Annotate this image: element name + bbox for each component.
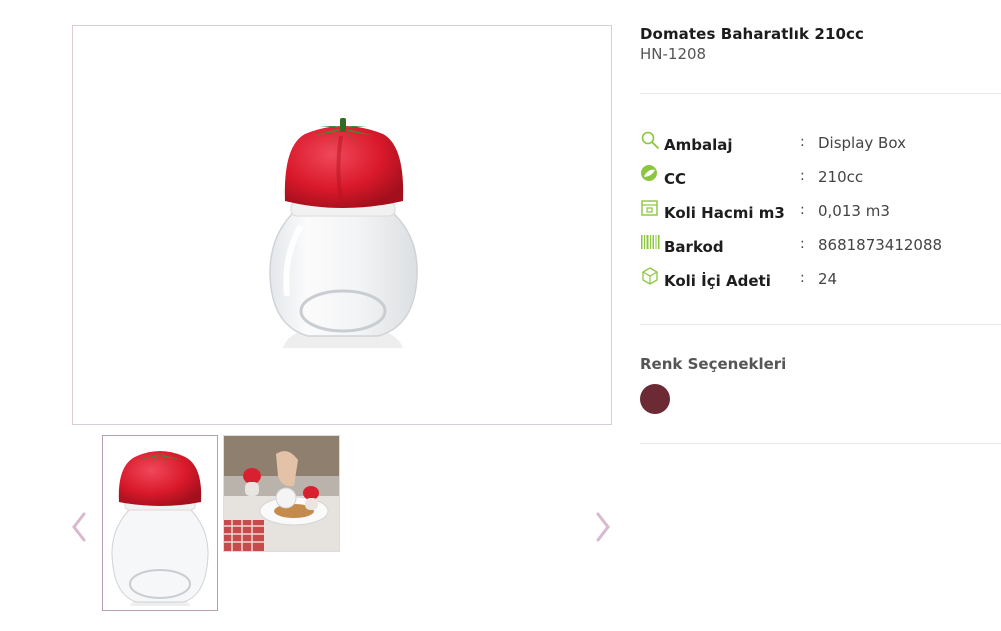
- spec-colon: :: [800, 134, 805, 150]
- barcode-icon: [640, 232, 660, 252]
- color-options-title: Renk Seçenekleri: [640, 355, 787, 373]
- spec-label: Koli İçi Adeti: [664, 272, 771, 290]
- tomato-jar-thumbnail: [111, 451, 209, 606]
- spec-colon: :: [800, 202, 805, 218]
- next-arrow-icon[interactable]: [594, 510, 612, 544]
- leaf-badge-icon: [640, 164, 660, 184]
- spec-value: Display Box: [818, 134, 906, 152]
- spec-row-ambalaj: Ambalaj : Display Box: [640, 130, 1000, 155]
- tomato-jar-image: [269, 118, 418, 348]
- spec-label: Ambalaj: [664, 136, 733, 154]
- spec-row-koli-hacmi: Koli Hacmi m3 : 0,013 m3: [640, 198, 1000, 223]
- spec-colon: :: [800, 270, 805, 286]
- spec-colon: :: [800, 236, 805, 252]
- spec-row-koli-ici-adeti: Koli İçi Adeti : 24: [640, 266, 1000, 291]
- prev-arrow-icon[interactable]: [70, 510, 88, 544]
- main-product-image: [72, 25, 612, 425]
- box-volume-icon: [640, 198, 660, 218]
- search-icon: [640, 130, 660, 150]
- divider: [640, 93, 1001, 94]
- product-code: HN-1208: [640, 45, 707, 63]
- thumbnail-1[interactable]: [102, 435, 218, 611]
- lifestyle-photo-thumbnail: [224, 436, 339, 551]
- thumbnail-2[interactable]: [223, 435, 340, 552]
- spec-label: Barkod: [664, 238, 724, 256]
- spec-label: Koli Hacmi m3: [664, 204, 785, 222]
- product-title: Domates Baharatlık 210cc: [640, 25, 865, 43]
- spec-colon: :: [800, 168, 805, 184]
- spec-value: 0,013 m3: [818, 202, 890, 220]
- divider: [640, 324, 1001, 325]
- spec-label: CC: [664, 170, 687, 188]
- spec-value: 210cc: [818, 168, 864, 186]
- color-swatch[interactable]: [640, 384, 670, 414]
- spec-value: 8681873412088: [818, 236, 943, 254]
- divider: [640, 443, 1001, 444]
- spec-value: 24: [818, 270, 838, 288]
- spec-row-barkod: Barkod : 8681873412088: [640, 235, 1000, 257]
- spec-row-cc: CC : 210cc: [640, 164, 1000, 189]
- package-icon: [640, 266, 660, 286]
